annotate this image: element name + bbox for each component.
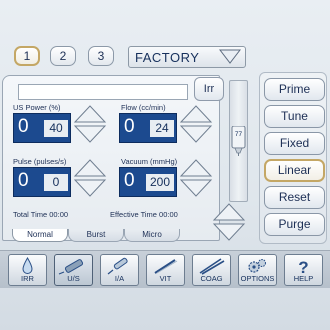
- nav-vit-button[interactable]: VIT: [146, 254, 185, 286]
- fixed-button[interactable]: Fixed: [264, 132, 325, 155]
- tab-burst[interactable]: Burst: [68, 229, 124, 242]
- bottle-height-value: 77: [234, 131, 243, 138]
- decrease-arrow-icon[interactable]: [179, 179, 213, 197]
- pulse-stepper[interactable]: [73, 158, 107, 198]
- nav-options-label: OPTIONS: [240, 274, 275, 283]
- us-power-label: US Power (%): [13, 103, 61, 112]
- total-time-label: Total Time 00:00: [13, 210, 69, 219]
- preset-1-button[interactable]: 1: [14, 46, 40, 66]
- preset-3-button[interactable]: 3: [88, 46, 114, 66]
- gears-icon: [248, 259, 266, 273]
- linear-button[interactable]: Linear: [264, 159, 325, 182]
- irrigation-toggle-button[interactable]: Irr: [194, 77, 224, 101]
- increase-arrow-icon[interactable]: [73, 105, 107, 123]
- tab-normal[interactable]: Normal: [12, 229, 68, 242]
- vacuum-current-value: 0: [124, 170, 135, 191]
- decrease-arrow-icon[interactable]: [179, 125, 213, 143]
- nav-vit-label: VIT: [159, 274, 172, 283]
- irrigation-drop-icon: [22, 257, 33, 274]
- tab-micro[interactable]: Micro: [124, 229, 180, 242]
- nav-help-label: HELP: [293, 274, 314, 283]
- effective-time-label: Effective Time 00:00: [110, 210, 178, 219]
- flow-current-value: 0: [124, 116, 135, 137]
- reset-button[interactable]: Reset: [264, 186, 325, 209]
- prime-button[interactable]: Prime: [264, 78, 325, 101]
- flow-display: 0 24: [119, 113, 177, 143]
- us-power-current-value: 0: [18, 116, 29, 137]
- pulse-limit-value: 0: [44, 174, 68, 191]
- nav-ia-label: I/A: [114, 274, 125, 283]
- pulse-display: 0 0: [13, 167, 71, 197]
- profile-select[interactable]: FACTORY: [128, 46, 246, 68]
- pulse-current-value: 0: [18, 170, 29, 191]
- irrigation-aspiration-icon: [107, 257, 128, 275]
- status-message-field: [18, 84, 188, 100]
- flow-stepper[interactable]: [179, 104, 213, 144]
- nav-us-button[interactable]: U/S: [54, 254, 93, 286]
- bottle-height-stepper[interactable]: [212, 202, 246, 242]
- vacuum-limit-value: 200: [146, 174, 174, 191]
- vacuum-display: 0 200: [119, 167, 177, 197]
- chevron-down-icon: [218, 49, 242, 64]
- nav-irr-label: IRR: [21, 274, 34, 283]
- ultrasound-handpiece-icon: [58, 259, 84, 275]
- vacuum-stepper[interactable]: [179, 158, 213, 198]
- nav-ia-button[interactable]: I/A: [100, 254, 139, 286]
- vitrectomy-cutter-icon: [154, 259, 178, 274]
- svg-text:?: ?: [298, 258, 308, 275]
- nav-options-button[interactable]: OPTIONS: [238, 254, 277, 286]
- flow-label: Flow (cc/min): [121, 103, 166, 112]
- purge-button[interactable]: Purge: [264, 213, 325, 236]
- profile-select-value: FACTORY: [135, 50, 200, 65]
- us-power-stepper[interactable]: [73, 104, 107, 144]
- increase-arrow-icon[interactable]: [73, 159, 107, 177]
- tune-button[interactable]: Tune: [264, 105, 325, 128]
- nav-us-label: U/S: [67, 274, 80, 283]
- vacuum-label: Vacuum (mmHg): [121, 157, 178, 166]
- nav-coag-label: COAG: [200, 274, 223, 283]
- coagulation-forceps-icon: [199, 258, 225, 275]
- increase-arrow-icon[interactable]: [179, 159, 213, 177]
- flow-limit-value: 24: [150, 120, 174, 137]
- nav-coag-button[interactable]: COAG: [192, 254, 231, 286]
- us-power-display: 0 40: [13, 113, 71, 143]
- increase-arrow-icon[interactable]: [179, 105, 213, 123]
- question-mark-icon: ?: [298, 258, 308, 275]
- nav-help-button[interactable]: ? HELP: [284, 254, 323, 286]
- pulse-label: Pulse (pulses/s): [13, 157, 67, 166]
- decrease-arrow-icon[interactable]: [212, 223, 246, 241]
- increase-arrow-icon[interactable]: [212, 203, 246, 221]
- nav-irr-button[interactable]: IRR: [8, 254, 47, 286]
- preset-2-button[interactable]: 2: [50, 46, 76, 66]
- decrease-arrow-icon[interactable]: [73, 125, 107, 143]
- us-power-limit-value: 40: [44, 120, 68, 137]
- decrease-arrow-icon[interactable]: [73, 179, 107, 197]
